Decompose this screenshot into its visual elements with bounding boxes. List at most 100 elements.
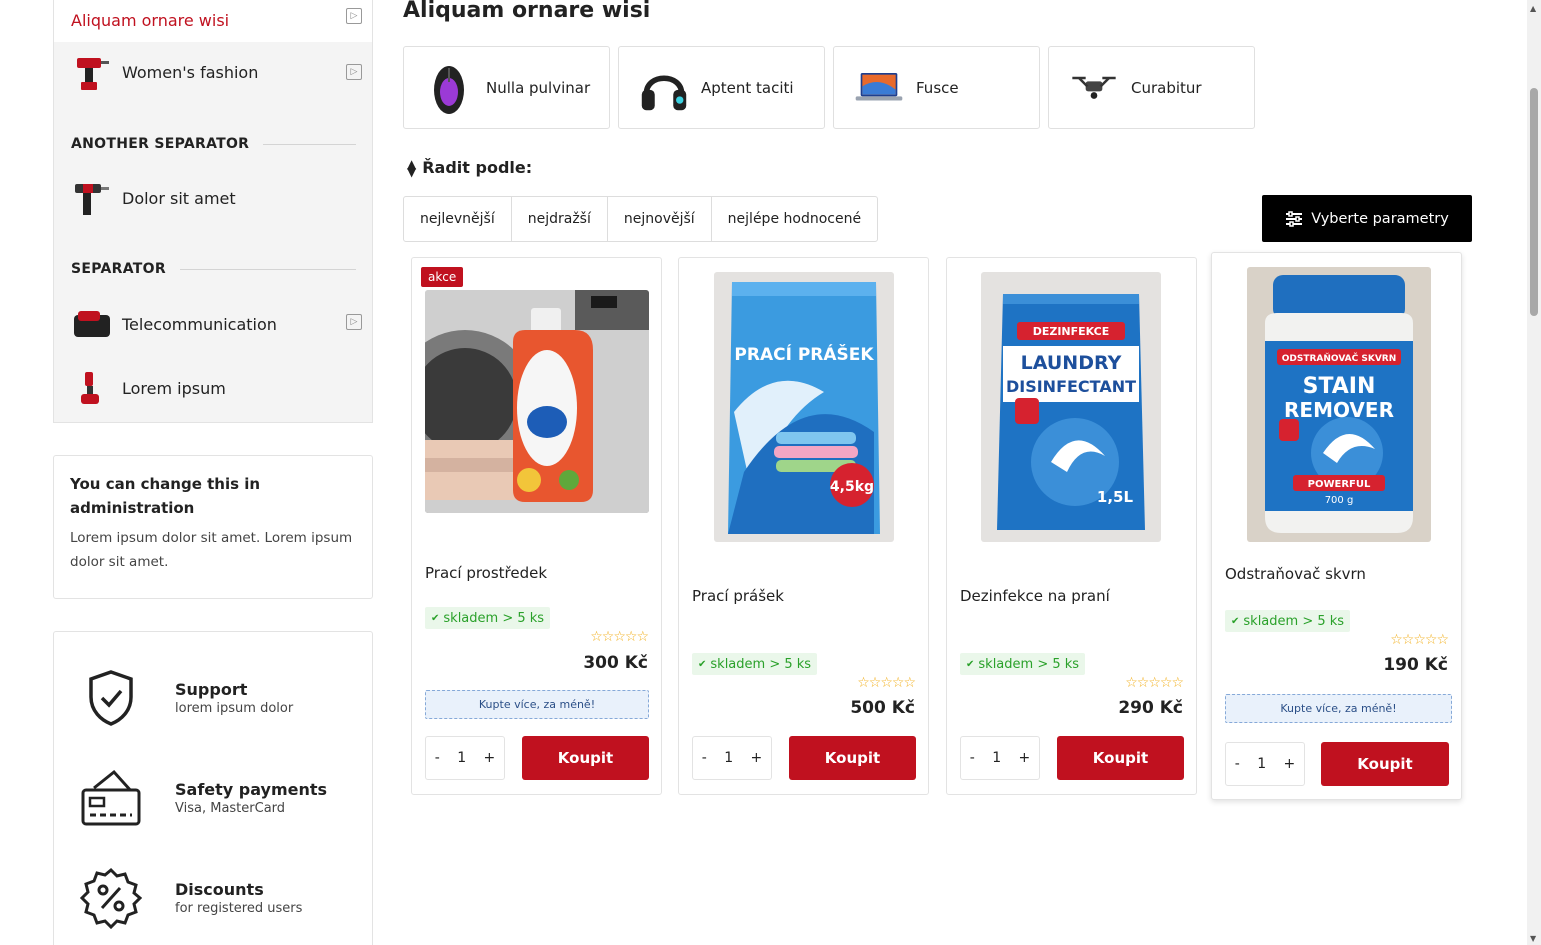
chainsaw-icon (72, 368, 112, 408)
feature-subtitle: for registered users (175, 901, 303, 916)
category-menu: Aliquam ornare wisi ▷ Women's fashion ▷ … (53, 0, 373, 423)
product-name[interactable]: Prací prostředek (425, 564, 547, 582)
quantity-stepper[interactable]: - 1 + (960, 736, 1040, 780)
stock-badge: ✔ skladem > 5 ks (692, 653, 818, 675)
product-card[interactable]: DEZINFEKCE LAUNDRY DISINFECTANT 1,5L Dez… (946, 257, 1197, 795)
expand-arrow-icon[interactable]: ▷ (346, 314, 362, 330)
feature-subtitle: Visa, MasterCard (175, 801, 286, 816)
check-icon: ✔ (431, 612, 440, 624)
stock-label: skladem > 5 ks (1243, 613, 1345, 629)
qty-value[interactable]: 1 (992, 750, 1001, 766)
stock-label: skladem > 5 ks (710, 656, 812, 672)
quantity-stepper[interactable]: - 1 + (425, 736, 505, 780)
sort-option-cheapest[interactable]: nejlevnější (404, 197, 512, 241)
product-price: 290 Kč (1118, 698, 1183, 718)
category-item[interactable]: Women's fashion ▷ (54, 44, 372, 100)
pack-label: POWERFUL (1308, 479, 1371, 490)
product-card[interactable]: akce Prací prostředek ✔ skladem > 5 ks ☆☆… (411, 257, 662, 795)
product-name[interactable]: Odstraňovač skvrn (1225, 565, 1366, 583)
sort-icon: ▲ ▼ (407, 156, 417, 179)
feature-item: Support lorem ipsum dolor (79, 666, 293, 730)
subcategory-label: Fusce (916, 78, 959, 97)
quantity-stepper[interactable]: - 1 + (1225, 742, 1305, 786)
headphones-icon (639, 63, 689, 113)
drill-icon (72, 52, 112, 92)
pack-weight: 4,5kg (830, 479, 874, 495)
subcategory-item[interactable]: Nulla pulvinar (403, 46, 610, 129)
stock-badge: ✔ skladem > 5 ks (1225, 610, 1351, 632)
buy-button[interactable]: Koupit (789, 736, 916, 780)
separator-label: ANOTHER SEPARATOR (71, 136, 250, 152)
check-icon: ✔ (966, 658, 975, 670)
separator-label: SEPARATOR (71, 261, 166, 277)
feature-item: Discounts for registered users (79, 866, 302, 930)
product-card[interactable]: PRACÍ PRÁŠEK 4,5kg Prací prášek ✔ skladem… (678, 257, 929, 795)
feature-title: Discounts (175, 880, 264, 899)
pack-label: REMOVER (1284, 398, 1394, 422)
pack-label: DISINFECTANT (1006, 377, 1136, 396)
pack-label: LAUNDRY (1021, 352, 1122, 374)
qty-minus-button[interactable]: - (970, 750, 975, 766)
qty-plus-button[interactable]: + (1019, 750, 1031, 766)
subcategory-label: Aptent taciti (701, 78, 794, 97)
qty-plus-button[interactable]: + (1284, 756, 1296, 772)
sort-option-best-rated[interactable]: nejlépe hodnocené (712, 197, 877, 241)
feature-title: Safety payments (175, 780, 328, 799)
product-price: 190 Kč (1383, 655, 1448, 675)
battery-icon (72, 304, 112, 344)
qty-plus-button[interactable]: + (484, 750, 496, 766)
subcategory-item[interactable]: Aptent taciti (618, 46, 825, 129)
category-item[interactable]: Lorem ipsum (54, 360, 372, 416)
expand-arrow-icon[interactable]: ▷ (346, 8, 362, 24)
scroll-down-icon[interactable]: ▼ (1530, 934, 1536, 943)
promo-banner: Kupte více, za méně! (1225, 694, 1452, 723)
product-image[interactable]: DEZINFEKCE LAUNDRY DISINFECTANT 1,5L (981, 272, 1161, 542)
sort-tabs: nejlevnější nejdražší nejnovější nejlépe… (403, 196, 879, 242)
product-image[interactable]: PRACÍ PRÁŠEK 4,5kg (714, 272, 894, 542)
product-image[interactable] (425, 290, 649, 513)
menu-separator: ANOTHER SEPARATOR (71, 136, 356, 152)
qty-value[interactable]: 1 (457, 750, 466, 766)
qty-minus-button[interactable]: - (702, 750, 707, 766)
subcategory-label: Nulla pulvinar (486, 78, 591, 97)
pack-volume: 1,5L (1097, 488, 1134, 506)
buy-button[interactable]: Koupit (1321, 742, 1449, 786)
scrollbar-thumb[interactable] (1530, 88, 1538, 316)
pack-weight: 700 g (1325, 495, 1354, 506)
product-image[interactable]: ODSTRAŇOVAČ SKVRN STAIN REMOVER POWERFUL… (1247, 267, 1431, 542)
rating-stars: ☆☆☆☆☆ (857, 675, 916, 691)
subcategory-label: Curabitur (1131, 78, 1202, 97)
stock-label: skladem > 5 ks (978, 656, 1080, 672)
qty-minus-button[interactable]: - (1235, 756, 1240, 772)
subcategory-list: Nulla pulvinar Aptent taciti Fusce Curab… (403, 46, 1255, 129)
promo-banner: Kupte více, za méně! (425, 690, 649, 719)
product-name[interactable]: Prací prášek (692, 587, 784, 605)
qty-value[interactable]: 1 (724, 750, 733, 766)
rating-stars: ☆☆☆☆☆ (590, 629, 649, 645)
pack-label: PRACÍ PRÁŠEK (734, 343, 874, 365)
quantity-stepper[interactable]: - 1 + (692, 736, 772, 780)
product-name[interactable]: Dezinfekce na praní (960, 587, 1110, 605)
expand-arrow-icon[interactable]: ▷ (346, 64, 362, 80)
category-item[interactable]: Dolor sit amet (54, 170, 372, 226)
category-item-active[interactable]: Aliquam ornare wisi ▷ (54, 0, 372, 42)
discount-icon (79, 866, 143, 930)
sort-option-most-expensive[interactable]: nejdražší (512, 197, 608, 241)
info-title: You can change this in administration (70, 475, 261, 517)
feature-title: Support (175, 680, 248, 699)
buy-button[interactable]: Koupit (522, 736, 649, 780)
filter-button[interactable]: Vyberte parametry (1262, 195, 1472, 242)
page-scrollbar[interactable]: ▲ ▼ (1527, 0, 1541, 945)
subcategory-item[interactable]: Curabitur (1048, 46, 1255, 129)
category-label: Dolor sit amet (122, 188, 236, 208)
qty-minus-button[interactable]: - (435, 750, 440, 766)
scroll-up-icon[interactable]: ▲ (1530, 4, 1536, 13)
category-item[interactable]: Telecommunication ▷ (54, 296, 372, 352)
product-price: 300 Kč (583, 653, 648, 673)
buy-button[interactable]: Koupit (1057, 736, 1184, 780)
product-card[interactable]: ODSTRAŇOVAČ SKVRN STAIN REMOVER POWERFUL… (1211, 252, 1462, 800)
qty-plus-button[interactable]: + (751, 750, 763, 766)
subcategory-item[interactable]: Fusce (833, 46, 1040, 129)
sort-option-newest[interactable]: nejnovější (608, 197, 712, 241)
qty-value[interactable]: 1 (1257, 756, 1266, 772)
